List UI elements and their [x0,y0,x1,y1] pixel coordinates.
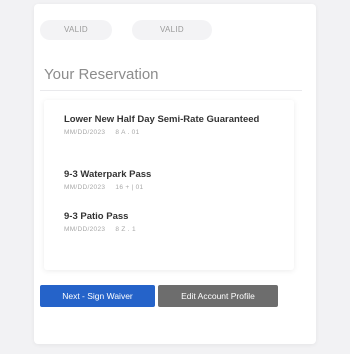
reservation-list: Lower New Half Day Semi-Rate Guaranteed … [44,100,294,270]
item-meta: MM/DD/2023 8 Z . 1 [64,226,284,233]
section-divider [40,90,302,91]
item-date: MM/DD/2023 [64,226,106,233]
page: VALID VALID Your Reservation Lower New H… [0,0,350,354]
next-sign-waiver-button[interactable]: Next - Sign Waiver [40,285,155,307]
item-name: 9-3 Patio Pass [64,211,129,222]
item-meta: MM/DD/2023 16 + | 01 [64,184,284,191]
list-item: 9-3 Waterpark Pass MM/DD/2023 16 + | 01 [64,169,284,191]
item-meta: MM/DD/2023 8 A . 01 [64,129,284,136]
item-date: MM/DD/2023 [64,184,106,191]
list-item: 9-3 Patio Pass MM/DD/2023 8 Z . 1 [64,211,284,233]
section-title: Your Reservation [44,66,159,83]
edit-account-profile-button[interactable]: Edit Account Profile [158,285,278,307]
item-code: 8 Z . 1 [115,226,136,233]
filter-pill-right[interactable]: VALID [132,20,212,40]
item-name: Lower New Half Day Semi-Rate Guaranteed [64,114,260,125]
item-name: 9-3 Waterpark Pass [64,169,152,180]
item-date: MM/DD/2023 [64,129,106,136]
item-code: 16 + | 01 [115,184,144,191]
filter-pill-left[interactable]: VALID [40,20,112,40]
list-item: Lower New Half Day Semi-Rate Guaranteed … [64,114,284,136]
item-code: 8 A . 01 [115,129,140,136]
